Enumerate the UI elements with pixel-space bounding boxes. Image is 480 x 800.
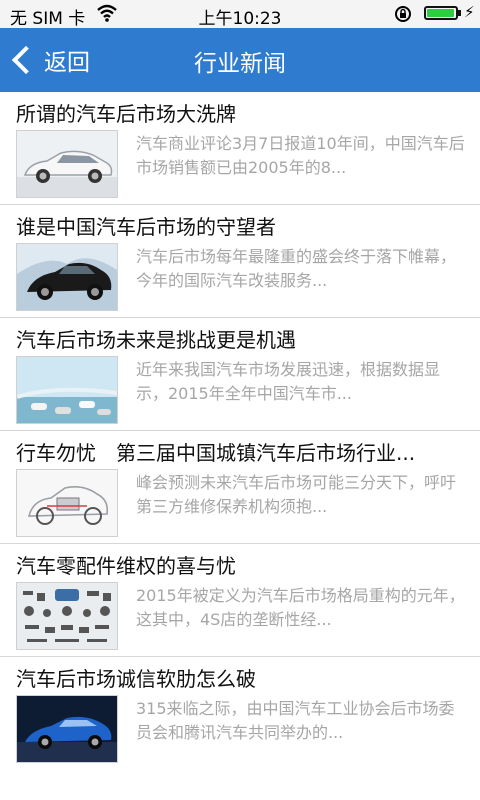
news-item[interactable]: 谁是中国汽车后市场的守望者 汽车后市场每年最隆重的盛会终于落下帷幕，今年的国际汽… — [0, 205, 480, 318]
charging-icon: ⚡ — [464, 3, 475, 21]
news-item[interactable]: 汽车后市场诚信软肋怎么破 315来临之际，由中国汽车工业协会后市场委员会和腾讯汽… — [0, 657, 480, 770]
battery-icon — [424, 6, 458, 20]
news-thumbnail — [16, 130, 118, 198]
rotation-lock-icon — [394, 5, 412, 28]
news-title: 汽车后市场诚信软肋怎么破 — [16, 667, 256, 691]
news-summary: 汽车后市场每年最隆重的盛会终于落下帷幕，今年的国际汽车改装服务... — [136, 247, 457, 290]
news-thumbnail — [16, 469, 118, 537]
news-thumbnail — [16, 582, 118, 650]
news-summary: 汽车商业评论3月7日报道10年间，中国汽车后市场销售额已由2005年的8... — [136, 134, 465, 177]
news-title: 所谓的汽车后市场大洗牌 — [16, 102, 236, 126]
news-summary: 峰会预测未来汽车后市场可能三分天下，呼吁第三方维修保养机构须抱... — [136, 473, 457, 516]
news-summary: 近年来我国汽车市场发展迅速，根据数据显示，2015年全年中国汽车市... — [136, 360, 441, 403]
news-item[interactable]: 汽车后市场未来是挑战更是机遇 近年来我国汽车市场发展迅速，根据数据显示，2015… — [0, 318, 480, 431]
news-list: 所谓的汽车后市场大洗牌 汽车商业评论3月7日报道10年间，中国汽车后市场销售额已… — [0, 92, 480, 770]
list-bottom — [0, 764, 480, 800]
news-thumbnail — [16, 695, 118, 763]
news-thumbnail — [16, 243, 118, 311]
news-title: 谁是中国汽车后市场的守望者 — [16, 215, 276, 239]
news-summary: 2015年被定义为汽车后市场格局重构的元年，这其中，4S店的垄断性经... — [136, 586, 465, 629]
news-item[interactable]: 行车勿忧 第三届中国城镇汽车后市场行业... 峰会预测未来汽车后市场可能三分天下… — [0, 431, 480, 544]
page-title: 行业新闻 — [194, 51, 286, 77]
nav-bar: 返回 行业新闻 — [0, 28, 480, 92]
battery-tip — [458, 10, 461, 16]
status-bar: 无 SIM 卡 上午10:23 ⚡ — [0, 0, 480, 29]
news-item[interactable]: 所谓的汽车后市场大洗牌 汽车商业评论3月7日报道10年间，中国汽车后市场销售额已… — [0, 92, 480, 205]
news-thumbnail — [16, 356, 118, 424]
news-title: 行车勿忧 第三届中国城镇汽车后市场行业... — [16, 441, 416, 465]
news-title: 汽车零配件维权的喜与忧 — [16, 554, 236, 578]
news-item[interactable]: 汽车零配件维权的喜与忧 2015年被定义为汽车后市场格局重构的元年，这其中，4S… — [0, 544, 480, 657]
news-summary: 315来临之际，由中国汽车工业协会后市场委员会和腾讯汽车共同举办的... — [136, 699, 455, 742]
news-title: 汽车后市场未来是挑战更是机遇 — [16, 328, 296, 352]
